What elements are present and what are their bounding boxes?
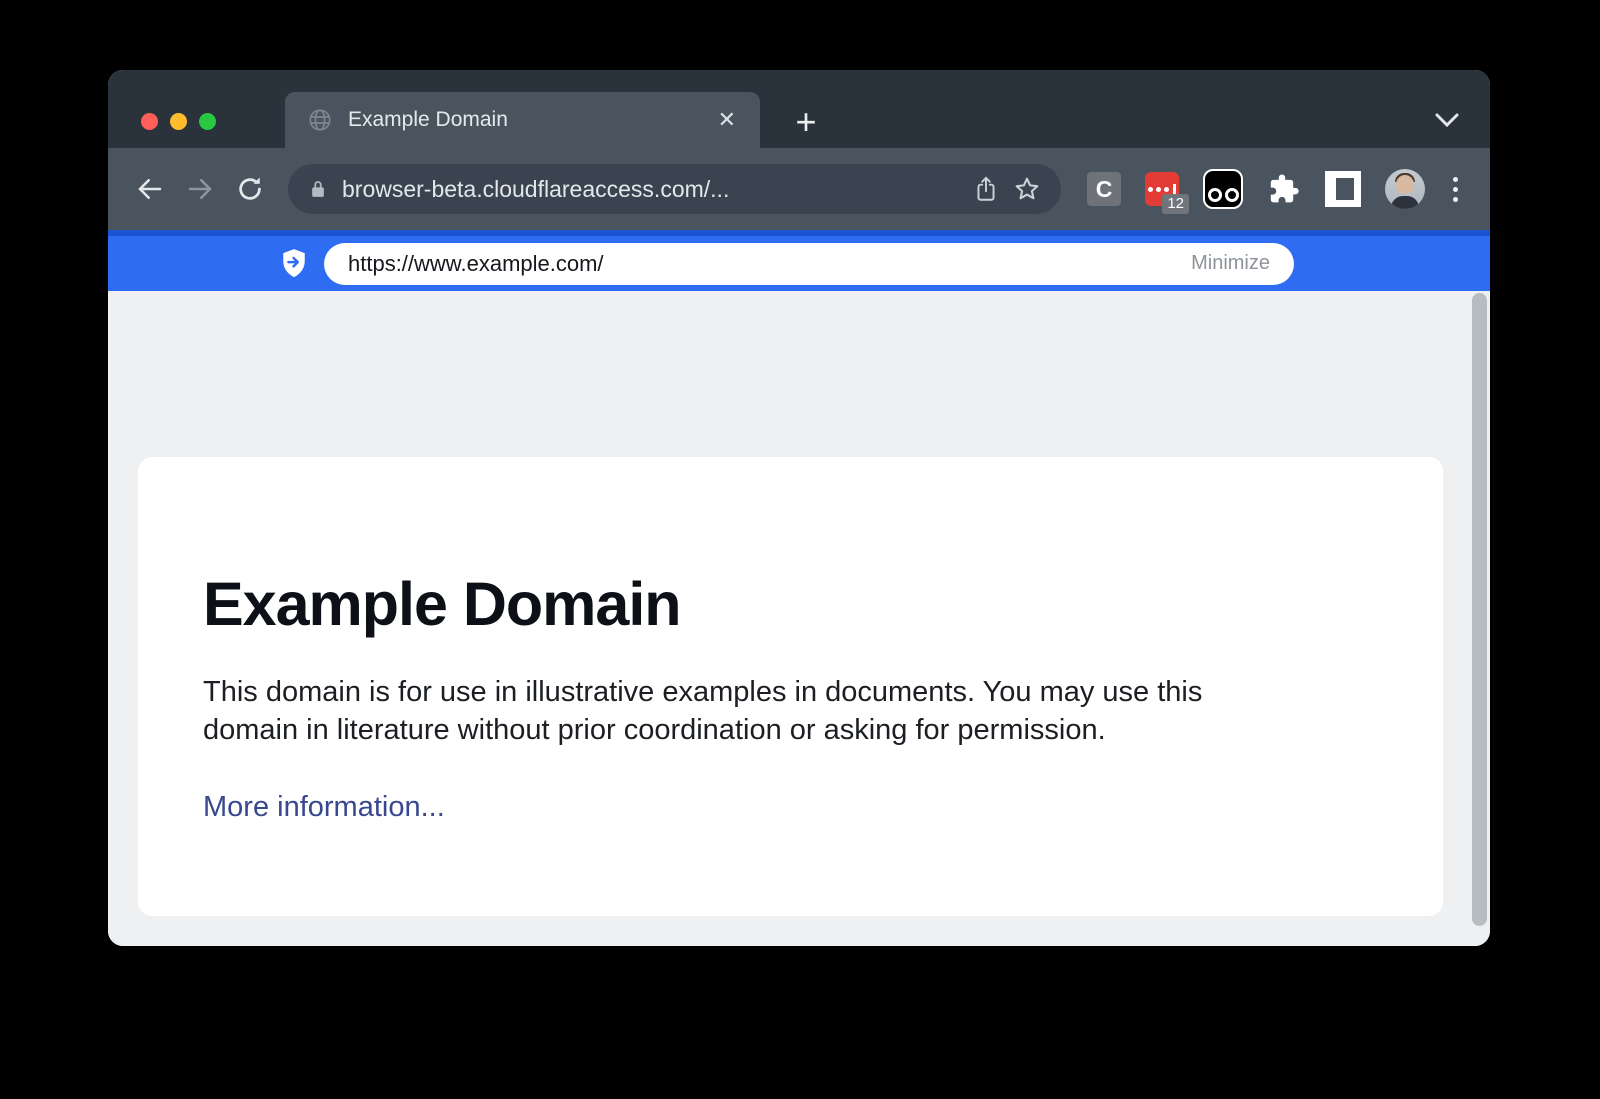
tab-strip: Example Domain ✕ + (108, 70, 1490, 148)
shield-arrow-icon (280, 248, 308, 280)
lock-icon (308, 178, 328, 200)
new-tab-button[interactable]: + (784, 100, 828, 144)
browser-menu-button[interactable] (1449, 173, 1462, 206)
share-icon[interactable] (973, 175, 999, 203)
page-paragraph: This domain is for use in illustrative e… (203, 673, 1383, 749)
sidebar-extension-icon[interactable] (1325, 171, 1361, 207)
browser-toolbar: browser-beta.cloudflareaccess.com/... C … (108, 148, 1490, 230)
profile-avatar[interactable] (1385, 169, 1425, 209)
dot (1148, 187, 1153, 192)
browser-window: Example Domain ✕ + (108, 70, 1490, 946)
isolation-bar: https://www.example.com/ Minimize (108, 230, 1490, 291)
dot (1164, 187, 1169, 192)
globe-favicon-icon (307, 107, 333, 133)
puzzle-icon (1268, 173, 1300, 205)
close-window-button[interactable] (141, 113, 158, 130)
cursor-bar (1173, 184, 1176, 195)
traffic-lights (141, 113, 216, 130)
screenshot-stage: Example Domain ✕ + (0, 0, 1600, 1099)
dot (1156, 187, 1161, 192)
dot (1453, 187, 1458, 192)
isolation-url-input[interactable]: https://www.example.com/ Minimize (324, 243, 1294, 285)
goggles-extension-icon[interactable] (1203, 169, 1243, 209)
c-extension-icon[interactable]: C (1087, 172, 1121, 206)
isolation-url-text: https://www.example.com/ (348, 251, 1191, 277)
minimize-window-button[interactable] (170, 113, 187, 130)
forward-arrow-icon (185, 174, 215, 204)
scrollbar-thumb[interactable] (1472, 293, 1487, 926)
tab-search-chevron-icon[interactable] (1434, 112, 1460, 128)
dot (1453, 177, 1458, 182)
content-card: Example Domain This domain is for use in… (138, 457, 1443, 916)
red-dots-extension-icon[interactable]: 12 (1145, 172, 1179, 206)
tab-close-icon[interactable]: ✕ (714, 105, 740, 135)
dot (1453, 197, 1458, 202)
zoom-window-button[interactable] (199, 113, 216, 130)
reload-icon (235, 174, 265, 204)
more-information-link[interactable]: More information... (203, 791, 445, 823)
paragraph-line: domain in literature without prior coord… (203, 711, 1383, 749)
sidebar-inner (1336, 178, 1354, 200)
page-viewport: Example Domain This domain is for use in… (108, 291, 1490, 946)
extensions-menu-button[interactable] (1267, 172, 1301, 206)
bookmark-star-icon[interactable] (1013, 175, 1041, 203)
page-title: Example Domain (203, 569, 1383, 639)
avatar-face (1396, 175, 1414, 194)
address-bar-url: browser-beta.cloudflareaccess.com/... (342, 176, 959, 203)
back-button[interactable] (132, 171, 168, 207)
avatar-shoulders (1391, 196, 1419, 209)
tab-title: Example Domain (348, 108, 714, 132)
browser-tab[interactable]: Example Domain ✕ (285, 92, 760, 148)
address-bar[interactable]: browser-beta.cloudflareaccess.com/... (288, 164, 1061, 214)
paragraph-line: This domain is for use in illustrative e… (203, 673, 1383, 711)
back-arrow-icon (135, 174, 165, 204)
extensions-row: C 12 (1087, 169, 1462, 209)
extension-badge: 12 (1162, 194, 1189, 214)
forward-button[interactable] (182, 171, 218, 207)
lens (1208, 188, 1222, 202)
lens (1225, 188, 1239, 202)
reload-button[interactable] (232, 171, 268, 207)
minimize-bar-button[interactable]: Minimize (1191, 252, 1270, 275)
